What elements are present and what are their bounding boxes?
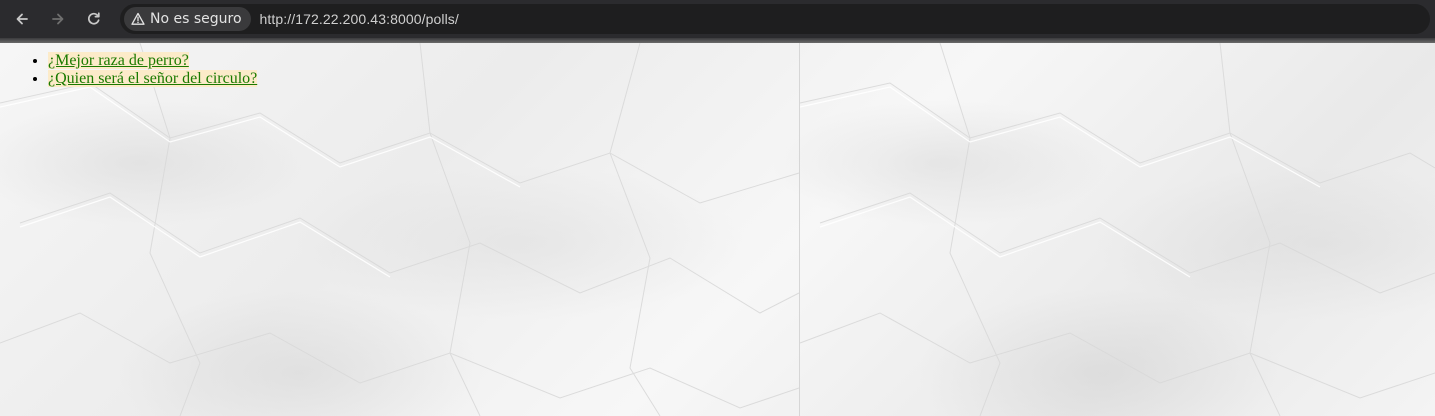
reload-button[interactable] [80, 5, 108, 33]
url-text[interactable]: http://172.22.200.43:8000/polls/ [260, 11, 459, 27]
warning-triangle-icon [131, 12, 145, 25]
arrow-left-icon [16, 13, 28, 25]
browser-toolbar: No es seguro http://172.22.200.43:8000/p… [0, 0, 1435, 38]
security-label: No es seguro [150, 11, 242, 27]
security-indicator[interactable]: No es seguro [124, 7, 251, 31]
poll-link[interactable]: ¿Mejor raza de perro? [48, 52, 189, 69]
list-item: ¿Mejor raza de perro? [48, 52, 257, 70]
poll-list: ¿Mejor raza de perro? ¿Quien será el señ… [48, 52, 258, 88]
back-button[interactable] [8, 5, 36, 33]
crumpled-paper-background [0, 43, 1435, 416]
background-tile-seam [799, 43, 800, 416]
arrow-right-icon [52, 13, 64, 25]
list-item: ¿Quien será el señor del circulo? [48, 70, 258, 88]
address-bar[interactable]: No es seguro http://172.22.200.43:8000/p… [120, 4, 1430, 34]
page-viewport: ¿Mejor raza de perro? ¿Quien será el señ… [0, 43, 1435, 416]
reload-icon [88, 12, 100, 25]
forward-button[interactable] [44, 5, 72, 33]
poll-link[interactable]: ¿Quien será el señor del circulo? [48, 70, 258, 87]
